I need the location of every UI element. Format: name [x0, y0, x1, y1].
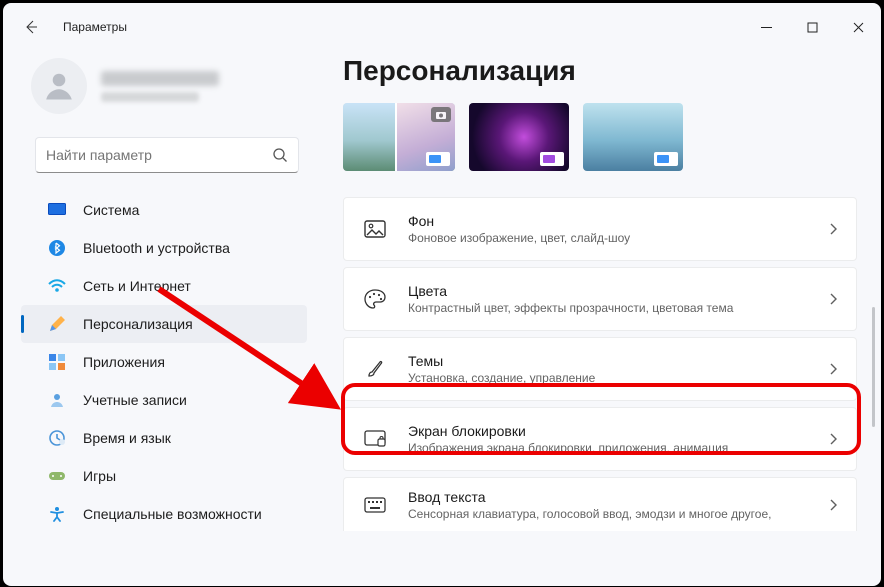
profile-block[interactable]	[13, 51, 315, 121]
profile-text	[101, 71, 219, 102]
camera-icon	[431, 107, 451, 122]
close-icon	[853, 22, 864, 33]
bluetooth-icon	[47, 238, 67, 258]
back-button[interactable]	[17, 13, 45, 41]
avatar-icon	[41, 68, 77, 104]
keyboard-icon	[362, 492, 388, 518]
nav-list: Система Bluetooth и устройства Сеть и Ин…	[13, 191, 315, 533]
card-subtitle: Изображения экрана блокировки, приложени…	[408, 441, 829, 455]
back-arrow-icon	[23, 19, 39, 35]
sidebar-item-bluetooth[interactable]: Bluetooth и устройства	[21, 229, 307, 267]
search-input[interactable]	[46, 147, 272, 163]
picture-icon	[362, 216, 388, 242]
sidebar-item-system[interactable]: Система	[21, 191, 307, 229]
minimize-button[interactable]	[743, 10, 789, 44]
scrollbar[interactable]	[872, 307, 875, 576]
user-name-blurred	[101, 71, 219, 86]
accounts-icon	[47, 390, 67, 410]
apps-icon	[47, 352, 67, 372]
sidebar-item-gaming[interactable]: Игры	[21, 457, 307, 495]
theme-preview-row	[343, 103, 857, 171]
chevron-right-icon	[829, 498, 838, 512]
nav-label: Bluetooth и устройства	[83, 240, 230, 256]
page-title: Персонализация	[343, 55, 857, 87]
card-textinput[interactable]: Ввод текста Сенсорная клавиатура, голосо…	[343, 477, 857, 531]
personalization-icon	[47, 314, 67, 334]
card-lockscreen[interactable]: Экран блокировки Изображения экрана блок…	[343, 407, 857, 471]
network-icon	[47, 276, 67, 296]
chevron-right-icon	[829, 362, 838, 376]
nav-label: Специальные возможности	[83, 506, 262, 522]
sidebar-item-accounts[interactable]: Учетные записи	[21, 381, 307, 419]
taskbar-preview	[654, 152, 678, 166]
lockscreen-icon	[362, 426, 388, 452]
maximize-button[interactable]	[789, 10, 835, 44]
card-subtitle: Сенсорная клавиатура, голосовой ввод, эм…	[408, 507, 829, 521]
card-title: Темы	[408, 353, 829, 369]
taskbar-preview	[426, 152, 450, 166]
scrollbar-thumb[interactable]	[872, 307, 875, 427]
card-subtitle: Фоновое изображение, цвет, слайд-шоу	[408, 231, 829, 245]
card-title: Ввод текста	[408, 489, 829, 505]
card-background[interactable]: Фон Фоновое изображение, цвет, слайд-шоу	[343, 197, 857, 261]
search-icon	[272, 147, 288, 163]
card-title: Экран блокировки	[408, 423, 829, 439]
chevron-right-icon	[829, 222, 838, 236]
card-themes[interactable]: Темы Установка, создание, управление	[343, 337, 857, 401]
theme-preview-1[interactable]	[343, 103, 455, 171]
nav-label: Сеть и Интернет	[83, 278, 191, 294]
chevron-right-icon	[829, 432, 838, 446]
gaming-icon	[47, 466, 67, 486]
card-title: Фон	[408, 213, 829, 229]
nav-label: Система	[83, 202, 139, 218]
card-title: Цвета	[408, 283, 829, 299]
sidebar-item-apps[interactable]: Приложения	[21, 343, 307, 381]
sidebar-item-personalization[interactable]: Персонализация	[21, 305, 307, 343]
sidebar-item-accessibility[interactable]: Специальные возможности	[21, 495, 307, 533]
window-controls	[743, 10, 881, 44]
nav-label: Персонализация	[83, 316, 193, 332]
brush-icon	[362, 356, 388, 382]
palette-icon	[362, 286, 388, 312]
nav-label: Приложения	[83, 354, 165, 370]
nav-label: Время и язык	[83, 430, 171, 446]
main-content: Персонализация	[321, 51, 881, 586]
system-icon	[47, 200, 67, 220]
card-subtitle: Установка, создание, управление	[408, 371, 829, 385]
window-title: Параметры	[63, 20, 127, 34]
time-icon	[47, 428, 67, 448]
avatar	[31, 58, 87, 114]
taskbar-preview	[540, 152, 564, 166]
sidebar-item-network[interactable]: Сеть и Интернет	[21, 267, 307, 305]
nav-label: Игры	[83, 468, 116, 484]
card-colors[interactable]: Цвета Контрастный цвет, эффекты прозрачн…	[343, 267, 857, 331]
accessibility-icon	[47, 504, 67, 524]
theme-preview-3[interactable]	[583, 103, 683, 171]
settings-window: Параметры	[3, 3, 881, 586]
settings-list: Фон Фоновое изображение, цвет, слайд-шоу…	[343, 197, 857, 531]
chevron-right-icon	[829, 292, 838, 306]
search-box[interactable]	[35, 137, 299, 173]
close-button[interactable]	[835, 10, 881, 44]
maximize-icon	[807, 22, 818, 33]
minimize-icon	[761, 22, 772, 33]
sidebar: Система Bluetooth и устройства Сеть и Ин…	[3, 51, 321, 586]
theme-preview-2[interactable]	[469, 103, 569, 171]
card-subtitle: Контрастный цвет, эффекты прозрачности, …	[408, 301, 829, 315]
nav-label: Учетные записи	[83, 392, 187, 408]
sidebar-item-time[interactable]: Время и язык	[21, 419, 307, 457]
user-email-blurred	[101, 92, 199, 102]
titlebar: Параметры	[3, 3, 881, 51]
